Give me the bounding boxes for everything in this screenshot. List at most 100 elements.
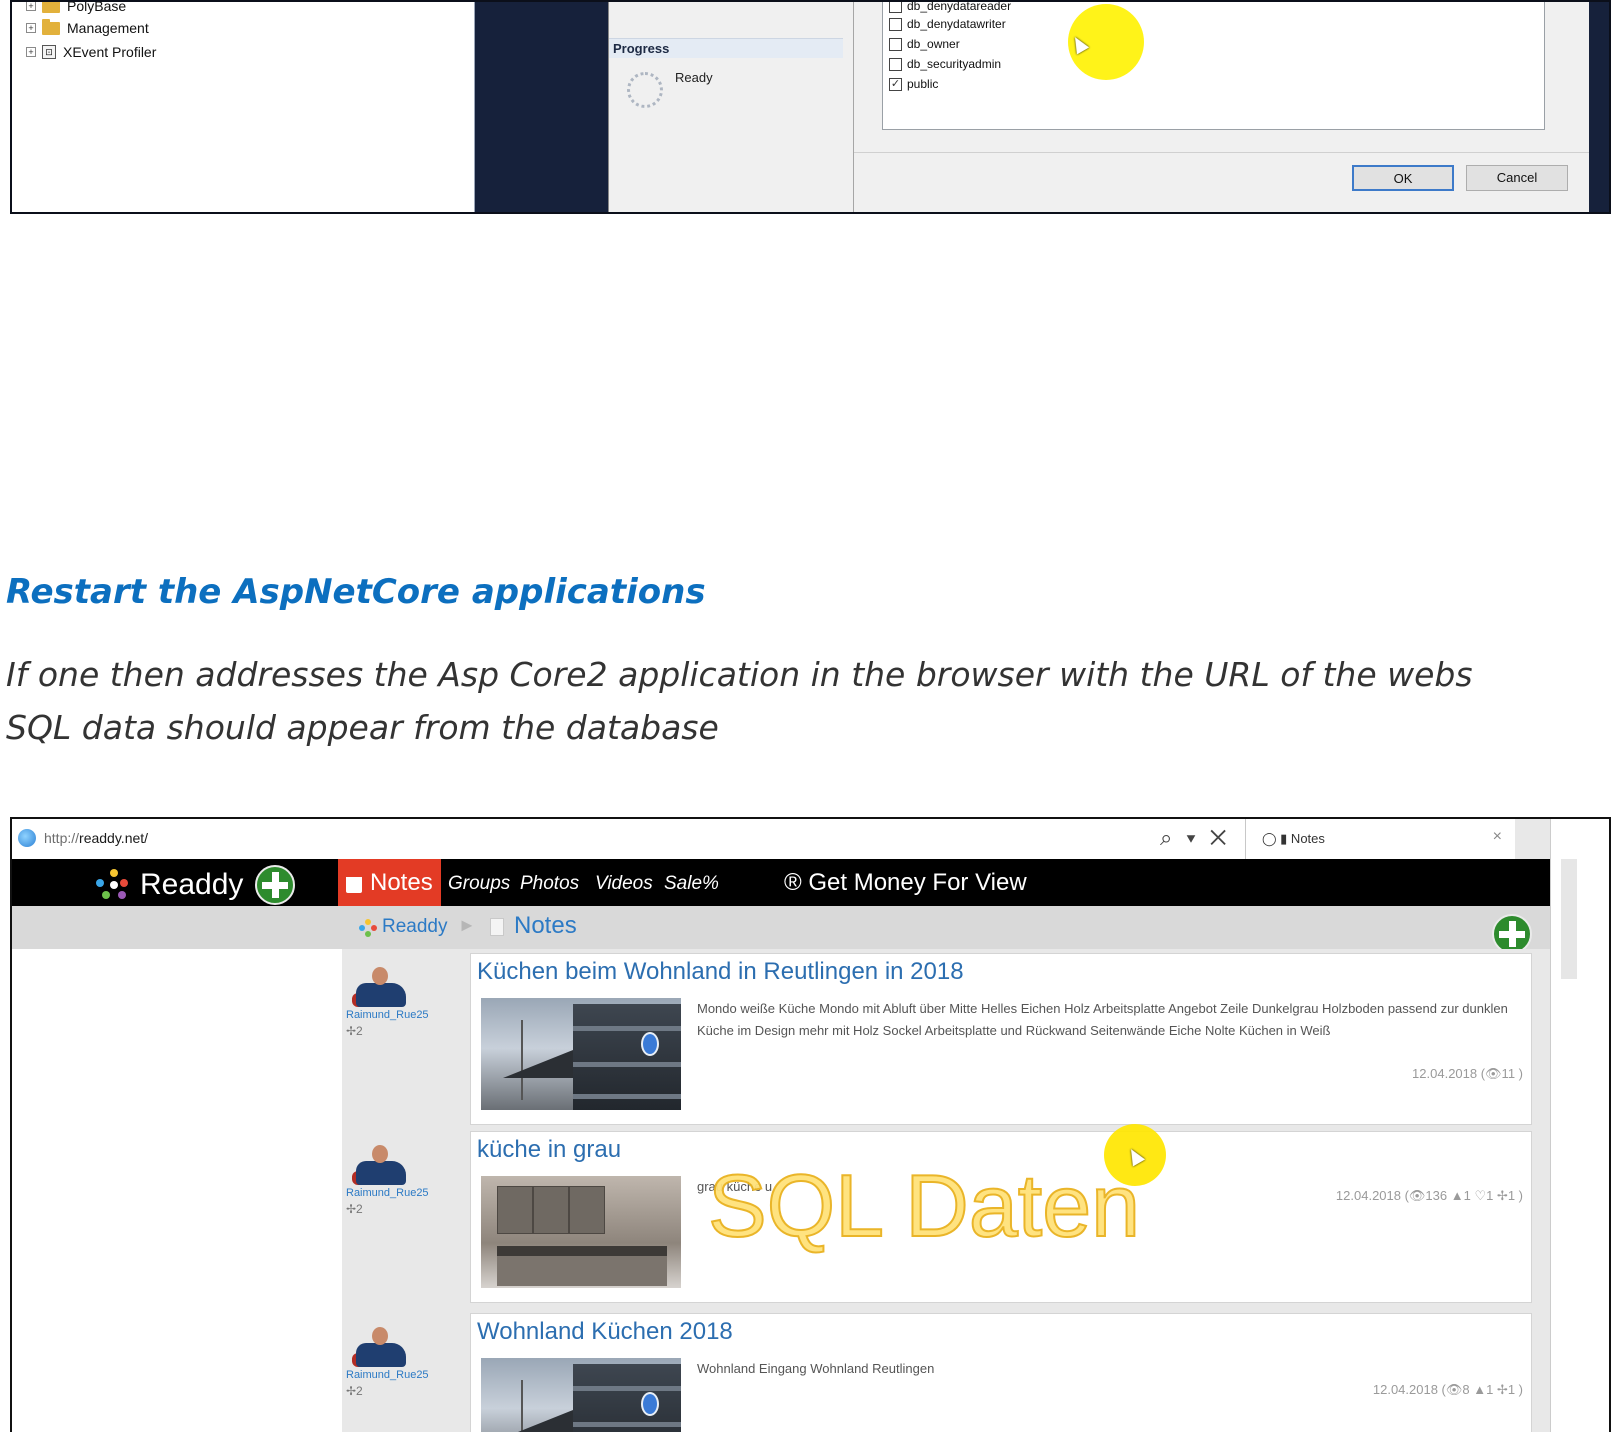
- tree-item-polybase[interactable]: + PolyBase: [26, 0, 127, 16]
- author-pins: ✢2: [346, 1024, 363, 1038]
- nav-notes-label: Notes: [370, 868, 433, 896]
- role-membership-list: db_denydatareader db_denydatawriter db_o…: [882, 0, 1545, 130]
- tree-item-label: XEvent Profiler: [63, 44, 157, 60]
- scrollbar[interactable]: [1550, 819, 1598, 1432]
- role-label: db_owner: [907, 37, 960, 51]
- nav-item-sale[interactable]: Sale%: [664, 873, 719, 895]
- role-label: db_denydatawriter: [907, 17, 1006, 31]
- checkbox[interactable]: [889, 37, 902, 51]
- author-pins: ✢2: [346, 1384, 363, 1398]
- close-icon[interactable]: ×: [1493, 828, 1502, 846]
- note-title[interactable]: Küchen beim Wohnland in Reutlingen in 20…: [477, 958, 964, 986]
- author-name[interactable]: Raimund_Rue25: [346, 1369, 456, 1381]
- note-thumbnail[interactable]: [481, 1176, 681, 1288]
- checkbox[interactable]: [889, 57, 902, 71]
- note-author[interactable]: Raimund_Rue25 ✢2: [346, 1145, 456, 1216]
- note-description: Wohnland Eingang Wohnland Reutlingen: [697, 1361, 935, 1376]
- note-meta: 12.04.2018 (👁136 ▲1 ♡1 ✢1 ): [1335, 1188, 1523, 1203]
- author-name[interactable]: Raimund_Rue25: [346, 1187, 456, 1199]
- note-title[interactable]: Wohnland Küchen 2018: [477, 1318, 733, 1346]
- note-description: Mondo weiße Küche Mondo mit Abluft über …: [697, 1001, 1508, 1038]
- author-name[interactable]: Raimund_Rue25: [346, 1009, 456, 1021]
- note-author[interactable]: Raimund_Rue25 ✢2: [346, 1327, 456, 1398]
- tab-label: ◯ ▮ Notes: [1262, 831, 1325, 846]
- breadcrumb: Readdy ► Notes: [12, 906, 1550, 949]
- ssms-screenshot: + PolyBase + Management + ⊡ XEvent Profi…: [10, 0, 1611, 214]
- expand-icon[interactable]: +: [26, 47, 36, 57]
- tree-item-management[interactable]: + Management: [26, 18, 149, 38]
- left-sidebar: [12, 949, 342, 1432]
- nav-item-photos[interactable]: Photos: [520, 873, 579, 895]
- url-prefix: http://: [44, 830, 80, 846]
- readdy-logo-icon: [359, 919, 377, 937]
- breadcrumb-current[interactable]: Notes: [514, 912, 577, 940]
- site-nav-bar: Readdy Notes Groups Photos Videos Sale% …: [12, 859, 1550, 906]
- section-body: If one then addresses the Asp Core2 appl…: [6, 648, 1611, 754]
- note-icon: [490, 918, 504, 936]
- add-note-icon[interactable]: [1492, 914, 1532, 954]
- body-line: If one then addresses the Asp Core2 appl…: [6, 655, 1473, 694]
- expand-icon[interactable]: +: [26, 23, 36, 33]
- role-row[interactable]: db_securityadmin: [889, 55, 1001, 73]
- url-domain: readdy.net/: [79, 830, 149, 846]
- tree-item-xevent-profiler[interactable]: + ⊡ XEvent Profiler: [26, 42, 156, 62]
- url-field[interactable]: http://readdy.net/: [44, 830, 148, 846]
- tree-item-label: Management: [67, 20, 149, 36]
- note-thumbnail[interactable]: [481, 1358, 681, 1432]
- note-author[interactable]: Raimund_Rue25 ✢2: [346, 967, 456, 1038]
- avatar: [352, 967, 408, 1007]
- expand-icon[interactable]: +: [26, 2, 36, 11]
- chevron-right-icon: ►: [458, 915, 476, 935]
- search-refresh-icons[interactable]: ⌕ ▾ ✕: [1160, 825, 1231, 851]
- avatar: [352, 1145, 408, 1185]
- note-card[interactable]: Wohnland Küchen 2018 Wohnland Eingang Wo…: [470, 1313, 1532, 1432]
- dialog-left-pane: Progress Ready: [608, 2, 854, 212]
- cancel-button[interactable]: Cancel: [1466, 165, 1568, 191]
- spinner-icon: [627, 72, 663, 108]
- folder-icon: [42, 18, 60, 35]
- brand-name: Readdy: [140, 868, 244, 901]
- progress-header: Progress: [609, 38, 843, 58]
- section-heading: Restart the AspNetCore applications: [6, 572, 706, 612]
- checkbox-checked[interactable]: ✓: [889, 77, 902, 91]
- body-line: SQL data should appear from the database: [6, 708, 719, 747]
- ok-button[interactable]: OK: [1352, 165, 1454, 191]
- nav-item-videos[interactable]: Videos: [595, 873, 653, 895]
- role-label: public: [907, 77, 939, 91]
- note-title[interactable]: küche in grau: [477, 1136, 621, 1164]
- brand-logo[interactable]: Readdy: [96, 865, 296, 905]
- browser-screenshot: http://readdy.net/ ⌕ ▾ ✕ ◯ ▮ Notes × Rea…: [10, 817, 1611, 1432]
- role-row[interactable]: db_denydatawriter: [889, 15, 1006, 33]
- scroll-thumb[interactable]: [1561, 859, 1577, 979]
- browser-tab[interactable]: ◯ ▮ Notes ×: [1245, 819, 1517, 859]
- role-label: db_denydatareader: [907, 0, 1012, 13]
- nav-item-groups[interactable]: Groups: [448, 873, 510, 895]
- breadcrumb-home[interactable]: Readdy: [382, 916, 448, 938]
- profiler-icon: ⊡: [42, 45, 56, 59]
- overlay-caption: SQL Daten: [707, 1155, 1141, 1256]
- avatar: [352, 1327, 408, 1367]
- readdy-logo-icon: [96, 869, 132, 901]
- role-row[interactable]: db_owner: [889, 35, 960, 53]
- role-label: db_securityadmin: [907, 57, 1002, 71]
- dialog-right-pane: db_denydatareader db_denydatawriter db_o…: [854, 0, 1589, 212]
- progress-status: Ready: [675, 70, 713, 85]
- folder-icon: [42, 2, 60, 13]
- checkbox[interactable]: [889, 2, 902, 13]
- tree-item-label: PolyBase: [67, 0, 127, 14]
- role-row[interactable]: ✓ public: [889, 75, 938, 93]
- note-thumbnail[interactable]: [481, 998, 681, 1110]
- checkbox[interactable]: [889, 17, 902, 31]
- note-meta: 12.04.2018 (👁8 ▲1 ✢1 ): [1372, 1382, 1523, 1397]
- nav-item-get-money[interactable]: ® Get Money For View: [784, 869, 1027, 897]
- tab-strip: [1515, 819, 1550, 859]
- add-icon[interactable]: [255, 865, 296, 905]
- dialog-footer: OK Cancel: [854, 152, 1589, 212]
- note-card[interactable]: Küchen beim Wohnland in Reutlingen in 20…: [470, 953, 1532, 1125]
- role-row[interactable]: db_denydatareader: [889, 0, 1012, 15]
- author-pins: ✢2: [346, 1202, 363, 1216]
- nav-item-notes[interactable]: Notes: [338, 859, 441, 906]
- object-explorer-tree: + PolyBase + Management + ⊡ XEvent Profi…: [12, 0, 475, 212]
- note-meta: 12.04.2018 (👁11 ): [1412, 1066, 1523, 1081]
- note-icon: [346, 872, 362, 893]
